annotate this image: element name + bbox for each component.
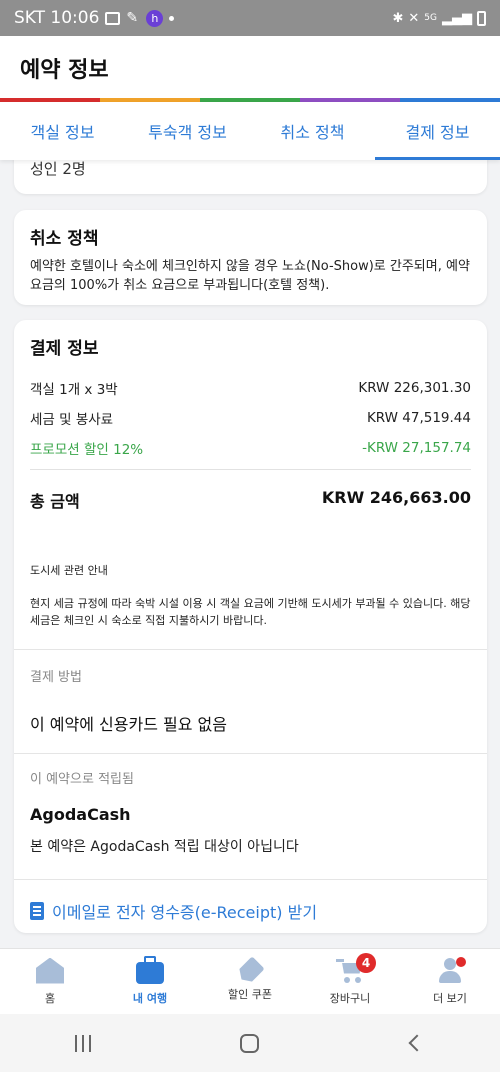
tab-room-info[interactable]: 객실 정보 xyxy=(0,102,125,160)
nav-my-trips[interactable]: 내 여행 xyxy=(100,949,200,1014)
nav-coupons[interactable]: 할인 쿠폰 xyxy=(200,949,300,1014)
agodacash-brand: AgodaCash xyxy=(30,805,131,824)
promo-row-label: 프로모션 할인 12% xyxy=(30,442,144,458)
earn-label: 이 예약으로 적립됨 xyxy=(30,772,134,787)
payment-method-section: 결제 방법 이 예약에 신용카드 필요 없음 xyxy=(14,649,487,753)
receipt-icon xyxy=(30,901,44,920)
nav-my-trips-label: 내 여행 xyxy=(132,991,168,1005)
home-icon xyxy=(36,957,64,984)
signal-icon: ▂▄▆ xyxy=(442,10,472,26)
content-scroll[interactable]: 성인 2명 취소 정책 예약한 호텔이나 숙소에 체크인하지 않을 경우 노쇼(… xyxy=(0,160,500,948)
more-notifications-icon xyxy=(169,15,175,21)
price-row: 세금 및 봉사료 KRW 47,519.44 xyxy=(30,403,471,433)
cancellation-card: 취소 정책 예약한 호텔이나 숙소에 체크인하지 않을 경우 노쇼(No-Sho… xyxy=(14,210,487,305)
gallery-icon xyxy=(105,11,121,25)
cart-count-badge: 4 xyxy=(356,953,376,973)
network-label: 5G xyxy=(424,13,437,23)
tab-payment-info[interactable]: 결제 정보 xyxy=(375,102,500,160)
status-bar: SKT 10:06 ✎ h ✱ ✕ 5G ▂▄▆ xyxy=(0,0,500,36)
payment-card: 결제 정보 객실 1개 x 3박 KRW 226,301.30 세금 및 봉사료… xyxy=(14,320,487,933)
system-nav-bar xyxy=(0,1014,500,1072)
price-row-label: 세금 및 봉사료 xyxy=(30,412,114,428)
receipt-link-label: 이메일로 전자 영수증(e-Receipt) 받기 xyxy=(52,902,318,922)
nav-more[interactable]: 더 보기 xyxy=(400,949,500,1014)
carrier-time: SKT 10:06 xyxy=(14,8,100,28)
payment-method-label: 결제 방법 xyxy=(30,670,82,685)
tab-bar: 객실 정보 투숙객 정보 취소 정책 결제 정보 xyxy=(0,102,500,160)
recent-apps-button[interactable] xyxy=(53,1023,113,1063)
back-button[interactable] xyxy=(387,1023,447,1063)
cancellation-title: 취소 정책 xyxy=(30,229,99,249)
tag-icon xyxy=(235,956,265,986)
mute-icon: ✕ xyxy=(408,10,420,26)
agodacash-section: 이 예약으로 적립됨 AgodaCash 본 예약은 AgodaCash 적립 … xyxy=(14,753,487,879)
bluetooth-icon: ✱ xyxy=(392,10,404,26)
nav-home[interactable]: 홈 xyxy=(0,949,100,1014)
total-amount: KRW 246,663.00 xyxy=(321,488,471,507)
home-circle-icon xyxy=(240,1033,260,1053)
back-chevron-icon xyxy=(408,1034,426,1052)
price-row: 객실 1개 x 3박 KRW 226,301.30 xyxy=(30,373,471,403)
total-label: 총 금액 xyxy=(30,492,80,511)
guests-text: 성인 2명 xyxy=(30,160,86,178)
payment-method-value: 이 예약에 신용카드 필요 없음 xyxy=(30,715,227,734)
notification-dot xyxy=(456,957,466,967)
page-title: 예약 정보 xyxy=(20,58,109,83)
battery-icon xyxy=(477,10,486,26)
nav-cart-label: 장바구니 xyxy=(329,991,371,1005)
price-row-label: 객실 1개 x 3박 xyxy=(30,382,118,398)
payment-title: 결제 정보 xyxy=(30,339,99,359)
home-button[interactable] xyxy=(220,1023,280,1063)
nav-home-label: 홈 xyxy=(44,991,56,1005)
price-row-amount: KRW 47,519.44 xyxy=(366,410,471,426)
app-notification-icon: h xyxy=(146,9,164,27)
price-row-amount: KRW 226,301.30 xyxy=(358,380,471,396)
app-header: 예약 정보 xyxy=(0,36,500,98)
tab-cancellation-policy[interactable]: 취소 정책 xyxy=(250,102,375,160)
recent-apps-icon xyxy=(75,1034,92,1052)
tab-guest-info[interactable]: 투숙객 정보 xyxy=(125,102,250,160)
nav-cart[interactable]: 4 장바구니 xyxy=(300,949,400,1014)
agodacash-note: 본 예약은 AgodaCash 적립 대상이 아닙니다 xyxy=(30,839,299,855)
promo-row-amount: -KRW 27,157.74 xyxy=(362,440,471,456)
nav-more-label: 더 보기 xyxy=(433,991,467,1005)
cancellation-text: 예약한 호텔이나 숙소에 체크인하지 않을 경우 노쇼(No-Show)로 간주… xyxy=(30,259,470,293)
nav-coupons-label: 할인 쿠폰 xyxy=(228,987,272,1001)
guests-card: 성인 2명 xyxy=(14,160,487,194)
divider xyxy=(30,469,471,470)
promo-row: 프로모션 할인 12% -KRW 27,157.74 xyxy=(30,433,471,463)
bottom-nav: 홈 내 여행 할인 쿠폰 4 장바구니 더 보기 xyxy=(0,948,500,1014)
tax-notice-title: 도시세 관련 안내 xyxy=(30,564,108,577)
suitcase-icon xyxy=(136,955,164,984)
total-row: 총 금액 KRW 246,663.00 xyxy=(30,488,471,512)
pen-icon: ✎ xyxy=(126,10,139,26)
receipt-link[interactable]: 이메일로 전자 영수증(e-Receipt) 받기 xyxy=(14,879,487,941)
tax-notice-body: 현지 세금 규정에 따라 숙박 시설 이용 시 객실 요금에 기반해 도시세가 … xyxy=(30,597,471,627)
